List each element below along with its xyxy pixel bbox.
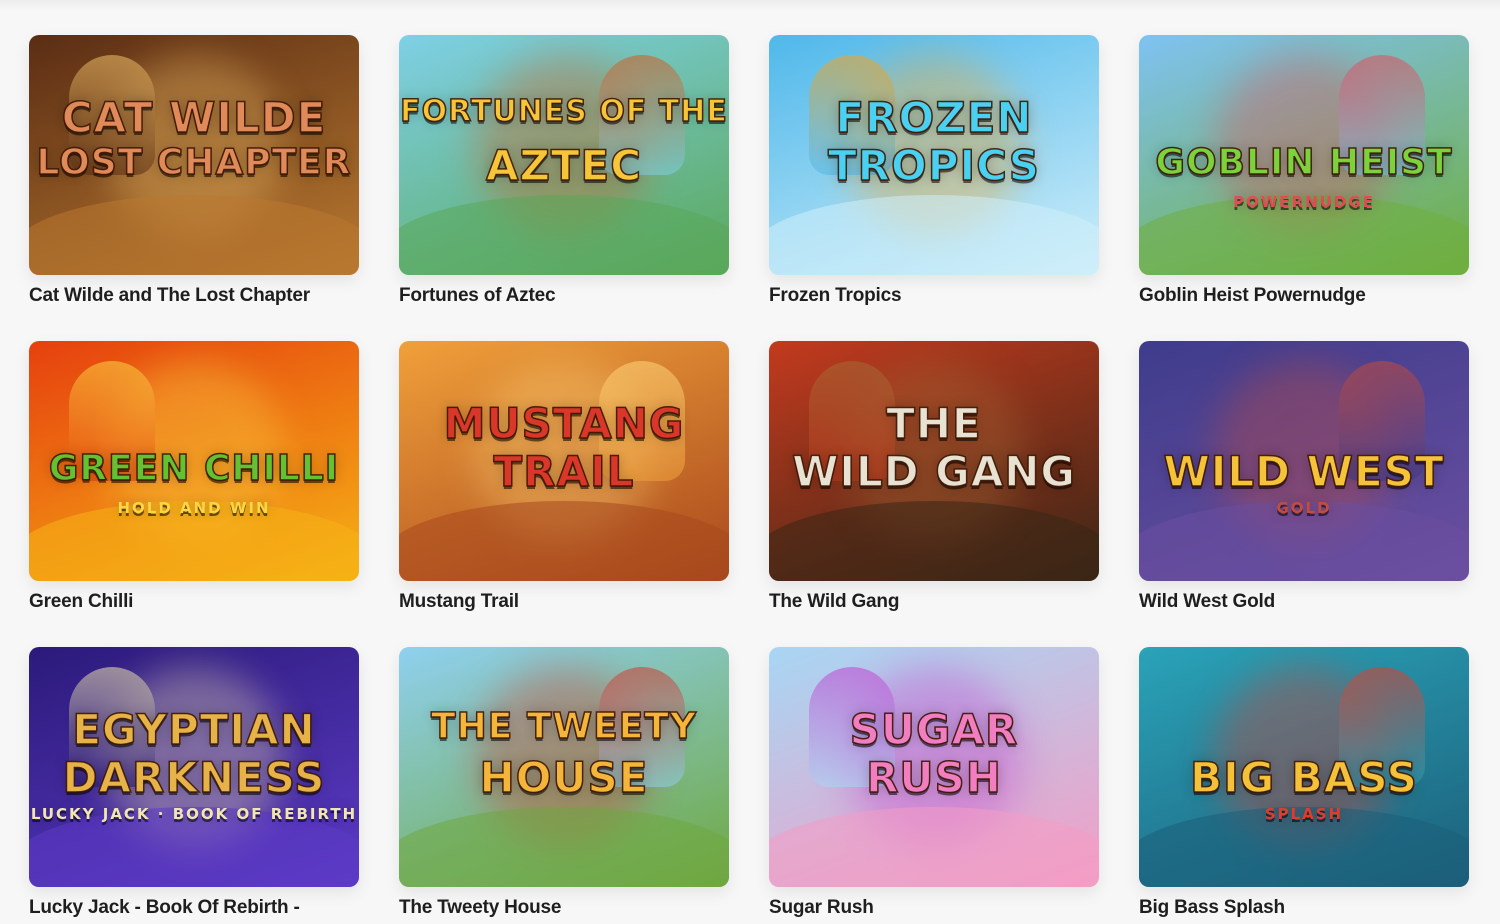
game-thumbnail[interactable]: Cat Wilde Lost Chapter [29, 35, 359, 275]
game-thumbnail[interactable]: Fortunes of the Aztec [399, 35, 729, 275]
game-card[interactable]: Cat Wilde Lost Chapter Cat Wilde and The L… [29, 35, 359, 341]
header-shadow [0, 0, 1500, 10]
game-title[interactable]: Mustang Trail [399, 591, 729, 613]
game-thumbnail[interactable]: The Wild Gang [769, 341, 1099, 581]
game-logo-text: The [886, 399, 982, 448]
game-logo-subtitle: Splash [1264, 805, 1344, 823]
game-card[interactable]: Wild West Gold Wild West Gold [1139, 341, 1469, 647]
game-title[interactable]: Frozen Tropics [769, 285, 1099, 307]
game-thumbnail[interactable]: Mustang Trail [399, 341, 729, 581]
game-logo-text: Trail [493, 447, 635, 496]
game-logo-text: Cat Wilde [61, 93, 327, 142]
game-logo-subtitle: Lucky Jack · Book of Rebirth [30, 805, 358, 823]
game-logo-text: Mustang [443, 399, 685, 448]
game-lobby-page: Cat Wilde Lost Chapter Cat Wilde and The L… [0, 0, 1500, 924]
game-logo-text: Goblin Heist [1155, 142, 1453, 183]
game-logo-text: Darkness [62, 753, 326, 802]
game-card[interactable]: Frozen Tropics Frozen Tropics [769, 35, 1099, 341]
game-title[interactable]: Cat Wilde and The Lost Chapter [29, 285, 359, 307]
game-title[interactable]: Lucky Jack - Book Of Rebirth - [29, 897, 359, 919]
game-logo-text: Wild Gang [791, 447, 1076, 496]
game-thumbnail[interactable]: Goblin Heist Powernudge [1139, 35, 1469, 275]
game-logo-text: Tropics [827, 141, 1040, 190]
game-thumbnail[interactable]: Green Chilli Hold and Win [29, 341, 359, 581]
game-title[interactable]: Big Bass Splash [1139, 897, 1469, 919]
game-card[interactable]: Goblin Heist Powernudge Goblin Heist Power… [1139, 35, 1469, 341]
game-card[interactable]: Green Chilli Hold and Win Green Chilli [29, 341, 359, 647]
game-logo-subtitle: Powernudge [1233, 193, 1375, 211]
game-thumbnail[interactable]: The Tweety House [399, 647, 729, 887]
game-logo-text: Big Bass [1189, 753, 1418, 802]
game-title[interactable]: Green Chilli [29, 591, 359, 613]
game-thumbnail[interactable]: Sugar Rush [769, 647, 1099, 887]
game-title[interactable]: Wild West Gold [1139, 591, 1469, 613]
game-logo-text: Lost Chapter [36, 142, 352, 183]
game-logo-text: Aztec [485, 141, 643, 190]
game-logo-text: Wild West [1163, 447, 1445, 496]
game-thumbnail[interactable]: Wild West Gold [1139, 341, 1469, 581]
game-card[interactable]: Fortunes of the Aztec Fortunes of Aztec [399, 35, 729, 341]
game-title[interactable]: Fortunes of Aztec [399, 285, 729, 307]
game-logo-subtitle: Hold and Win [117, 499, 271, 517]
game-logo-text: The Tweety [430, 706, 697, 747]
game-title[interactable]: Sugar Rush [769, 897, 1099, 919]
game-thumbnail[interactable]: Frozen Tropics [769, 35, 1099, 275]
game-card[interactable]: Sugar Rush Sugar Rush [769, 647, 1099, 924]
game-logo-text: Sugar [849, 705, 1019, 754]
game-title[interactable]: Goblin Heist Powernudge [1139, 285, 1469, 307]
game-card[interactable]: Big Bass Splash Big Bass Splash [1139, 647, 1469, 924]
game-logo-text: Frozen [835, 93, 1033, 142]
game-card[interactable]: Mustang Trail Mustang Trail [399, 341, 729, 647]
game-logo-text: Rush [865, 753, 1002, 802]
game-logo-subtitle: Gold [1276, 499, 1332, 517]
game-card[interactable]: Egyptian Darkness Lucky Jack · Book of Reb… [29, 647, 359, 924]
game-title[interactable]: The Wild Gang [769, 591, 1099, 613]
game-logo-text: Fortunes of the [399, 94, 728, 129]
game-logo-text: Egyptian [72, 705, 316, 754]
game-thumbnail[interactable]: Egyptian Darkness Lucky Jack · Book of Reb… [29, 647, 359, 887]
game-card[interactable]: The Tweety House The Tweety House [399, 647, 729, 924]
game-logo-text: Green Chilli [48, 448, 340, 489]
game-card[interactable]: The Wild Gang The Wild Gang [769, 341, 1099, 647]
games-grid: Cat Wilde Lost Chapter Cat Wilde and The L… [29, 35, 1469, 924]
game-thumbnail[interactable]: Big Bass Splash [1139, 647, 1469, 887]
game-title[interactable]: The Tweety House [399, 897, 729, 919]
game-logo-text: House [479, 753, 649, 802]
